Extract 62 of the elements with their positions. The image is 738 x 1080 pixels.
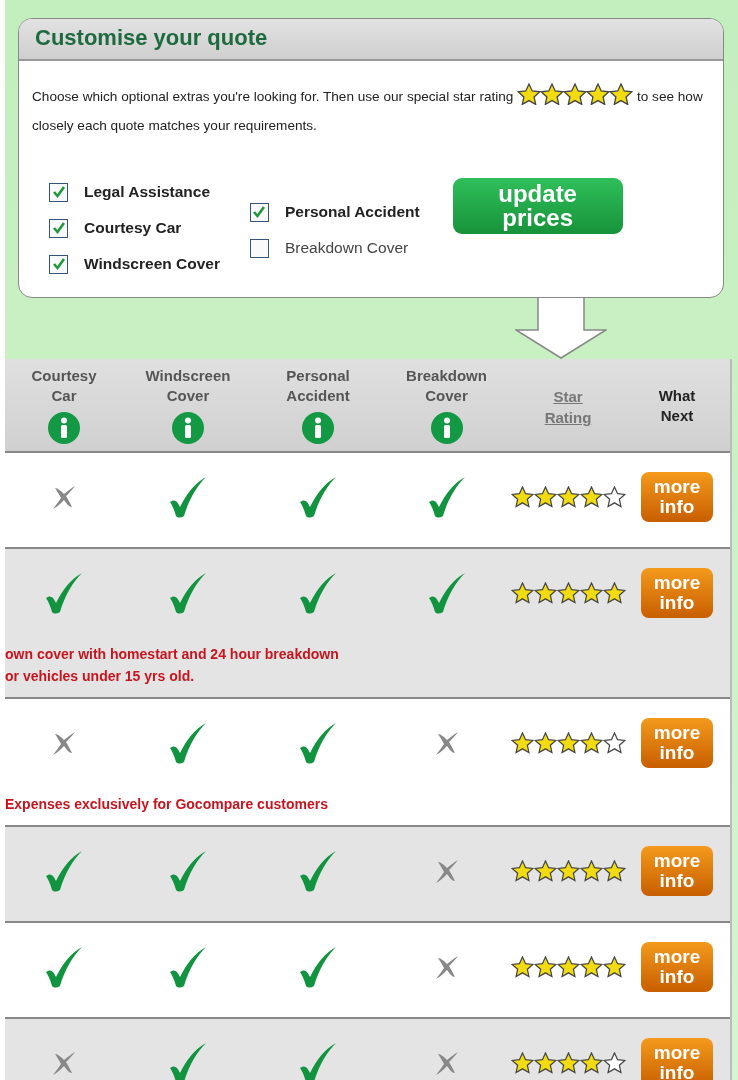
checkbox[interactable]: [49, 182, 68, 202]
column-header: Courtesy Car: [30, 366, 98, 406]
info-icon[interactable]: [172, 412, 204, 444]
offer-note: Expenses exclusively for Gocompare customers: [5, 795, 328, 814]
checkbox[interactable]: [49, 218, 68, 238]
star-icon: [602, 582, 626, 604]
checkbox[interactable]: [49, 254, 68, 274]
more-info-button[interactable]: more info: [641, 718, 713, 768]
offer-note: own cover with homestart and 24 hour breakdown or vehicles under 15 yrs old.: [5, 645, 339, 686]
column-header: What Next: [657, 386, 697, 426]
column-header: Windscreen Cover: [144, 366, 232, 406]
checkbox-label: Courtesy Car: [84, 219, 182, 237]
star-icon: [602, 956, 626, 978]
star-icon: [533, 732, 557, 754]
star-icon: [510, 732, 534, 754]
star-icon: [510, 1052, 534, 1074]
star-icon: [602, 1052, 626, 1074]
star-icon: [579, 732, 603, 754]
more-info-button[interactable]: more info: [641, 1038, 713, 1080]
column-header: Breakdown Cover: [405, 366, 488, 406]
panel-title: Customise your quote: [35, 25, 268, 51]
checkbox[interactable]: [249, 202, 269, 222]
more-info-button[interactable]: more info: [641, 846, 713, 896]
star-icon: [533, 486, 557, 508]
star-icon: [602, 860, 626, 882]
star-icon: [556, 1052, 580, 1074]
star-icon: [602, 732, 626, 754]
info-icon[interactable]: [302, 412, 334, 444]
star-icon: [602, 486, 626, 508]
star-rating-link[interactable]: Star Rating: [533, 386, 603, 428]
star-icon: [510, 860, 534, 882]
star-icon: [510, 486, 534, 508]
checkbox[interactable]: [249, 238, 269, 258]
checkbox-label: Personal Accident: [284, 203, 420, 221]
star-icon: [579, 582, 603, 604]
star-icon: [556, 582, 580, 604]
star-icon: [533, 582, 557, 604]
info-icon[interactable]: [48, 412, 80, 444]
star-icon: [556, 956, 580, 978]
more-info-button[interactable]: more info: [641, 472, 713, 522]
star-icon: [533, 860, 557, 882]
star-icon: [579, 860, 603, 882]
column-header: Personal Accident: [285, 366, 351, 406]
update-prices-button[interactable]: update prices: [452, 178, 623, 234]
star-icon: [556, 860, 580, 882]
star-icon: [510, 582, 534, 604]
star-icon: [579, 1052, 603, 1074]
star-icon: [556, 486, 580, 508]
stars-icon: [517, 83, 634, 105]
checkbox-label: Windscreen Cover: [84, 255, 220, 273]
star-icon: [556, 732, 580, 754]
star-icon: [533, 1052, 557, 1074]
star-icon: [510, 956, 534, 978]
checkbox-label: Breakdown Cover: [284, 239, 409, 257]
checkbox-label: Legal Assistance: [84, 183, 211, 201]
more-info-button[interactable]: more info: [641, 568, 713, 618]
star-icon: [579, 956, 603, 978]
info-icon[interactable]: [430, 412, 463, 444]
intro-text: Choose which optional extras you're looking for. Then use our special star rating to see how closely each quote matches your requirements.: [32, 82, 709, 140]
more-info-button[interactable]: more info: [641, 942, 713, 992]
star-icon: [533, 956, 557, 978]
star-icon: [579, 486, 603, 508]
